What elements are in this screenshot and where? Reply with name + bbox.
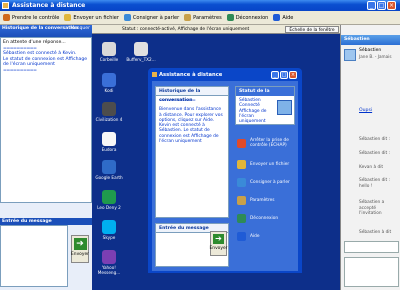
history-title: Historique de la conversation bbox=[2, 26, 79, 31]
desktop-icon-eudora[interactable]: Eudora bbox=[95, 132, 123, 152]
desktop-icon-leo[interactable]: Leo Deny 2 bbox=[95, 190, 123, 210]
app-title: Assistance à distance bbox=[12, 2, 86, 9]
send-button[interactable]: ➔ Envoyer bbox=[71, 235, 89, 263]
window-close-icon[interactable]: × bbox=[289, 71, 297, 79]
buffer-icon bbox=[134, 42, 148, 56]
civilization-icon bbox=[102, 102, 116, 116]
desktop-icon-buffer[interactable]: Bufferv_TX2... bbox=[124, 42, 158, 62]
disconnect-icon bbox=[226, 14, 234, 21]
window-send-label: Envoyer bbox=[209, 246, 228, 251]
app-title-bar: Assistance à distance bbox=[0, 0, 400, 11]
disconnect-icon bbox=[237, 213, 246, 223]
chat-line: Sébastien dit : bbox=[359, 151, 391, 156]
talk-button[interactable]: Consigner à parler bbox=[123, 12, 179, 24]
recycle-bin-icon bbox=[102, 42, 116, 56]
history-header: Historique de la conversation Masquer bbox=[0, 25, 92, 37]
window-send-arrow-icon: ➔ bbox=[213, 234, 224, 244]
desktop-icon-google-earth[interactable]: Google Earth bbox=[95, 160, 123, 180]
settings-icon bbox=[237, 195, 246, 205]
kodi-icon bbox=[102, 73, 116, 87]
history-line: ========== bbox=[3, 67, 37, 73]
left-pane: Historique de la conversation Masquer En… bbox=[0, 25, 92, 290]
history-box: En attente d'une réponse... ========== S… bbox=[0, 37, 92, 203]
input-header: Entrée du message bbox=[0, 218, 92, 225]
messenger-input[interactable] bbox=[344, 257, 399, 287]
conversation-history: Historique de la conversation ==========… bbox=[155, 86, 229, 218]
chat-line: Sébastien dit : hello ! bbox=[359, 178, 391, 189]
window-body: Historique de la conversation ==========… bbox=[152, 81, 298, 271]
desktop-icon-kodi[interactable]: Kodi bbox=[95, 73, 123, 93]
take-control-icon bbox=[3, 14, 10, 21]
maximize-icon[interactable]: □ bbox=[377, 1, 386, 10]
send-file-icon bbox=[64, 14, 72, 21]
desktop-icon-yahoo[interactable]: Yahoo! Messeng... bbox=[95, 250, 123, 275]
help-button[interactable]: Aide bbox=[273, 12, 293, 24]
send-file-icon bbox=[237, 159, 246, 169]
remote-assistance-window: Assistance à distance _ □ × Historique d… bbox=[148, 68, 302, 273]
messenger-pane: Sébastien Sébastien Jane B. - Jamais Oup… bbox=[340, 25, 400, 290]
chat-link[interactable]: Oupsi bbox=[359, 108, 372, 113]
scale-window-button[interactable]: Échelle de la fenêtre bbox=[285, 26, 339, 33]
google-earth-icon bbox=[102, 160, 116, 174]
main-toolbar: Prendre le contrôle Envoyer un fichier C… bbox=[0, 11, 400, 25]
desktop-icon-recycle-bin[interactable]: Corbeille bbox=[95, 42, 123, 62]
eudora-icon bbox=[102, 132, 116, 146]
history-line: Sébastien est connecté à Kevin. bbox=[3, 51, 77, 56]
stop-icon bbox=[237, 138, 246, 148]
contact-status: Jane B. - Jamais bbox=[359, 54, 392, 59]
connection-status-box: Statut de la connexion Sébastien Connect… bbox=[235, 86, 295, 125]
take-control-button[interactable]: Prendre le contrôle bbox=[3, 12, 59, 24]
window-minimize-icon[interactable]: _ bbox=[271, 71, 279, 79]
help-icon bbox=[237, 231, 246, 241]
window-send-file-button[interactable]: Envoyer un fichier bbox=[235, 155, 295, 173]
send-arrow-icon: ➔ bbox=[73, 238, 87, 250]
window-help-button[interactable]: Aide bbox=[235, 227, 295, 245]
help-icon bbox=[273, 14, 281, 21]
chat-line: Sébastien à dit bbox=[359, 230, 392, 235]
send-file-button[interactable]: Envoyer un fichier bbox=[64, 12, 119, 24]
messenger-header: Sébastien bbox=[341, 35, 400, 45]
window-settings-button[interactable]: Paramètres bbox=[235, 191, 295, 209]
chat-line: Sébastien dit : bbox=[359, 137, 391, 142]
user-avatar bbox=[277, 100, 292, 115]
desktop-icon-skype[interactable]: Skype bbox=[95, 220, 123, 240]
actions-panel: Arrêter la prise de contrôle (ECHAP) Env… bbox=[235, 131, 295, 268]
desktop-icon-civilization[interactable]: Civilization 4 bbox=[95, 102, 123, 122]
window-talk-button[interactable]: Consigner à parler bbox=[235, 173, 295, 191]
history-line: Le statut de connexion est Affichage de … bbox=[3, 56, 88, 68]
talk-icon bbox=[237, 177, 246, 187]
window-maximize-icon[interactable]: □ bbox=[280, 71, 288, 79]
conversation-text: Bienvenue dans l'assistance à distance. … bbox=[159, 107, 223, 145]
close-icon[interactable]: × bbox=[387, 1, 396, 10]
send-label: Envoyer bbox=[71, 252, 89, 257]
disconnect-button[interactable]: Déconnexion bbox=[226, 12, 268, 24]
chat-line: Sébastien a accepté l'invitation bbox=[359, 200, 385, 216]
window-app-icon bbox=[152, 72, 157, 77]
settings-button[interactable]: Paramètres bbox=[184, 12, 222, 24]
leo-icon bbox=[102, 190, 116, 204]
window-title: Assistance à distance bbox=[159, 72, 223, 78]
window-disconnect-button[interactable]: Déconnexion bbox=[235, 209, 295, 227]
skype-icon bbox=[102, 220, 116, 234]
message-input[interactable] bbox=[0, 225, 68, 287]
chat-line: Kevan à dit bbox=[359, 165, 384, 170]
talk-icon bbox=[123, 14, 131, 21]
stop-control-button[interactable]: Arrêter la prise de contrôle (ECHAP) bbox=[235, 131, 295, 155]
yahoo-icon bbox=[102, 250, 116, 264]
contact-name: Sébastien bbox=[359, 48, 382, 53]
minimize-icon[interactable]: _ bbox=[367, 1, 376, 10]
status-text: Statut : connecté-activé, Affichage de l… bbox=[122, 27, 250, 32]
statut-title: Statut de la connexion bbox=[236, 87, 294, 103]
settings-icon bbox=[184, 14, 192, 21]
contact-avatar bbox=[344, 49, 356, 61]
hide-button[interactable]: Masquer bbox=[70, 26, 90, 31]
app-icon bbox=[2, 2, 9, 9]
messenger-toolbar bbox=[344, 241, 399, 253]
window-send-button[interactable]: ➔ Envoyer bbox=[210, 231, 227, 256]
conversation-title: Historique de la conversation bbox=[156, 87, 228, 103]
